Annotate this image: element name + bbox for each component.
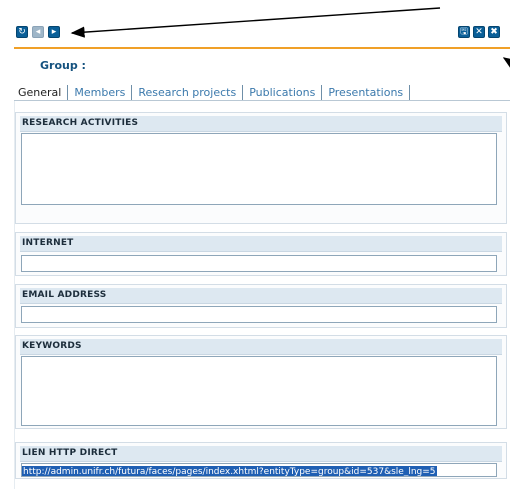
research-activities-textarea[interactable] (21, 133, 497, 205)
research-activities-section: RESEARCH ACTIVITIES (15, 112, 507, 224)
keywords-textarea[interactable] (21, 356, 497, 426)
email-section: EMAIL ADDRESS (15, 284, 507, 328)
tab-bar: General Members Research projects Public… (16, 84, 411, 100)
direct-link-url[interactable]: http://admin.unifr.ch/futura/faces/pages… (22, 466, 437, 476)
tab-presentations[interactable]: Presentations (322, 85, 411, 100)
top-toolbar: ↻ ◂ ▸ 🖫 ✕ ✖ (0, 0, 510, 70)
accent-divider (14, 47, 510, 49)
email-input[interactable] (21, 306, 497, 323)
email-title: EMAIL ADDRESS (20, 288, 502, 304)
direct-link-section: LIEN HTTP DIRECT http://admin.unifr.ch/f… (15, 442, 507, 479)
keywords-title: KEYWORDS (20, 339, 502, 355)
internet-section: INTERNET (15, 232, 507, 276)
internet-input[interactable] (21, 255, 497, 272)
tab-publications[interactable]: Publications (243, 85, 323, 100)
tab-members[interactable]: Members (68, 85, 133, 100)
research-activities-title: RESEARCH ACTIVITIES (20, 116, 502, 132)
arrow-to-nav-buttons (70, 7, 441, 38)
general-tab-content: RESEARCH ACTIVITIES INTERNET EMAIL ADDRE… (14, 101, 510, 489)
tab-general[interactable]: General (16, 85, 69, 100)
keywords-section: KEYWORDS (15, 335, 507, 429)
direct-link-field[interactable]: http://admin.unifr.ch/futura/faces/pages… (21, 463, 497, 477)
direct-link-title: LIEN HTTP DIRECT (20, 446, 502, 462)
internet-title: INTERNET (20, 236, 502, 252)
group-label: Group : (40, 59, 86, 72)
arrow-to-orange-line (502, 57, 510, 70)
tab-research-projects[interactable]: Research projects (132, 85, 244, 100)
